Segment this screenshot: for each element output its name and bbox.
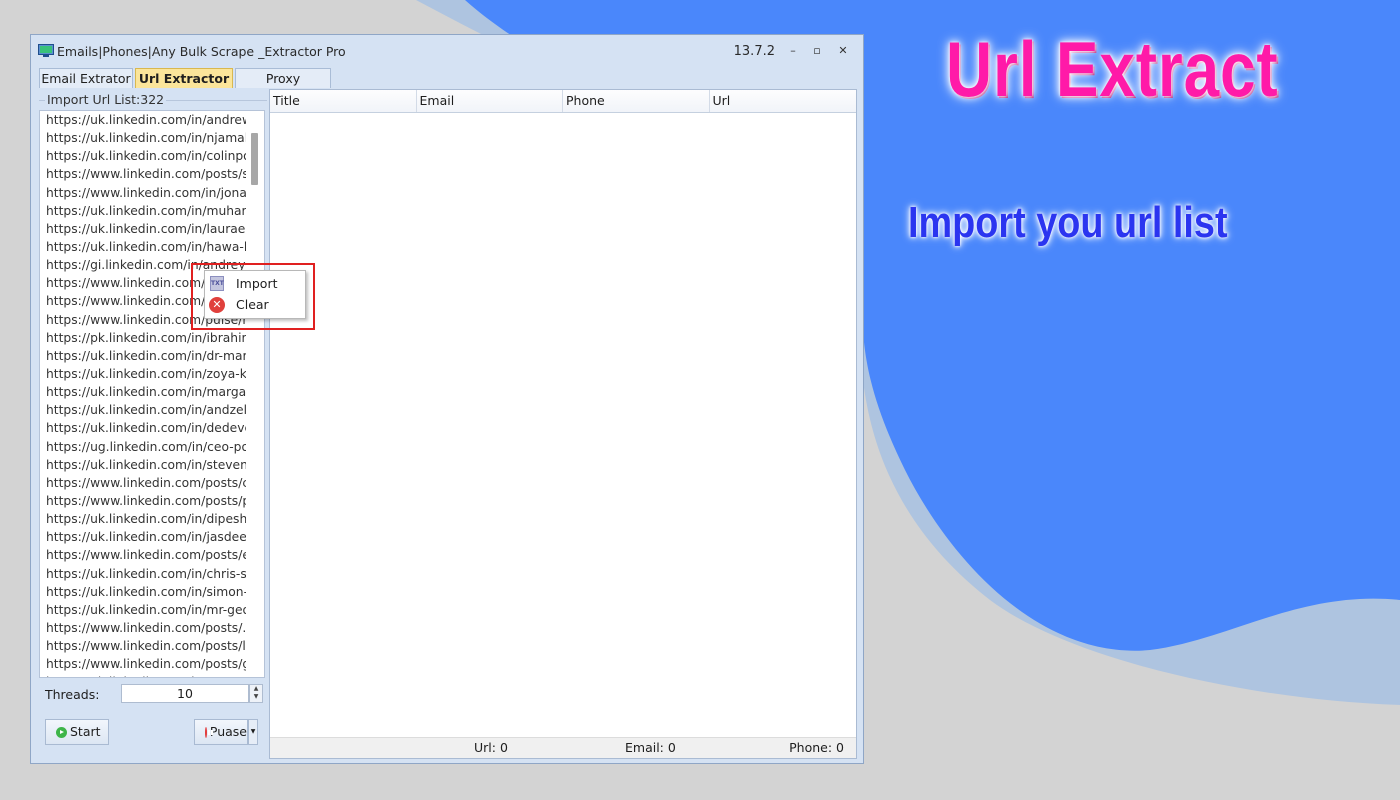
url-list-item[interactable]: https://uk.linkedin.com/in/margar... — [40, 383, 246, 401]
results-grid[interactable]: Title Email Phone Url Url: 0 Email: 0 Ph… — [269, 89, 857, 759]
url-list-item[interactable]: https://www.linkedin.com/posts/li... — [40, 637, 246, 655]
window-title: Emails|Phones|Any Bulk Scrape _Extractor… — [57, 43, 346, 59]
pause-label: Puase — [209, 724, 247, 739]
monitor-icon — [38, 44, 54, 57]
url-list-item[interactable]: https://uk.linkedin.com/in/muham... — [40, 202, 246, 220]
minimize-icon[interactable]: – — [785, 44, 801, 58]
tab-email-extrator[interactable]: Email Extrator — [39, 68, 133, 88]
url-list-item[interactable]: https://www.linkedin.com/posts/s... — [40, 165, 246, 183]
url-list-item[interactable]: https://www.linkedin.com/posts/el... — [40, 546, 246, 564]
restore-icon[interactable]: ▫ — [809, 44, 825, 58]
status-email-count: Email: 0 — [625, 740, 676, 755]
pause-button[interactable]: Puase — [194, 719, 248, 745]
status-phone-count: Phone: 0 — [789, 740, 844, 755]
close-icon[interactable]: ✕ — [835, 44, 851, 58]
scrollbar-thumb[interactable] — [251, 133, 258, 185]
url-list-item[interactable]: https://uk.linkedin.com/in/... — [40, 673, 246, 677]
column-url[interactable]: Url — [709, 90, 856, 112]
url-list[interactable]: https://uk.linkedin.com/in/andrew... http… — [39, 110, 265, 678]
status-bar: Url: 0 Email: 0 Phone: 0 — [270, 737, 856, 758]
grid-header: Title Email Phone Url — [270, 90, 856, 113]
url-list-item[interactable]: https://uk.linkedin.com/in/hawa-b... — [40, 238, 246, 256]
threads-input[interactable]: 10 — [121, 684, 249, 703]
start-label: Start — [70, 724, 101, 739]
import-panel: Import Url List:322 https://uk.linkedin.… — [39, 90, 267, 760]
promo-subtitle: Import you url list — [908, 198, 1228, 247]
tab-proxy[interactable]: Proxy — [235, 68, 331, 88]
url-list-item[interactable]: https://www.linkedin.com/posts/g... — [40, 655, 246, 673]
version-label: 13.7.2 — [733, 44, 775, 59]
app-window: Emails|Phones|Any Bulk Scrape _Extractor… — [30, 34, 864, 764]
url-list-item[interactable]: https://uk.linkedin.com/in/dr-mar... — [40, 347, 246, 365]
url-list-item[interactable]: https://uk.linkedin.com/in/dipesh-... — [40, 510, 246, 528]
spin-down-icon[interactable]: ▼ — [250, 693, 262, 701]
url-list-item[interactable]: https://uk.linkedin.com/in/colinpo... — [40, 147, 246, 165]
url-list-item[interactable]: https://www.linkedin.com/posts/c... — [40, 474, 246, 492]
status-url-count: Url: 0 — [474, 740, 508, 755]
url-list-item[interactable]: https://uk.linkedin.com/in/stevenk... — [40, 456, 246, 474]
tab-url-extractor[interactable]: Url Extractor — [135, 68, 233, 88]
start-button[interactable]: Start — [45, 719, 109, 745]
column-title[interactable]: Title — [270, 90, 417, 112]
url-list-item[interactable]: https://www.linkedin.com/in/jonat... — [40, 184, 246, 202]
pause-icon — [205, 726, 210, 738]
titlebar: Emails|Phones|Any Bulk Scrape _Extractor… — [31, 35, 863, 67]
tab-bar: Email Extrator Url Extractor Proxy — [39, 68, 333, 89]
column-phone[interactable]: Phone — [563, 90, 710, 112]
promo-title: Url Extract — [946, 25, 1279, 113]
url-list-item[interactable]: https://ug.linkedin.com/in/ceo-po... — [40, 438, 246, 456]
url-list-item[interactable]: https://uk.linkedin.com/in/andrew... — [40, 111, 246, 129]
threads-label: Threads: — [45, 687, 100, 702]
url-list-item[interactable]: https://uk.linkedin.com/in/mr-geo... — [40, 601, 246, 619]
url-list-item[interactable]: https://uk.linkedin.com/in/lauraes... — [40, 220, 246, 238]
threads-spinner[interactable]: ▲ ▼ — [249, 684, 263, 703]
column-email[interactable]: Email — [416, 90, 563, 112]
url-list-item[interactable]: https://pk.linkedin.com/in/ibrahim... — [40, 329, 246, 347]
url-list-item[interactable]: https://uk.linkedin.com/in/dedeve... — [40, 419, 246, 437]
spin-up-icon[interactable]: ▲ — [250, 685, 262, 693]
play-icon — [56, 726, 67, 738]
highlight-box — [191, 263, 315, 330]
import-url-list-label: Import Url List:322 — [45, 92, 167, 107]
url-list-item[interactable]: https://uk.linkedin.com/in/njamal-... — [40, 129, 246, 147]
url-list-item[interactable]: https://uk.linkedin.com/in/jasdeep... — [40, 528, 246, 546]
url-list-item[interactable]: https://www.linkedin.com/posts/p... — [40, 492, 246, 510]
url-list-item[interactable]: https://www.linkedin.com/posts/... — [40, 619, 246, 637]
url-list-item[interactable]: https://uk.linkedin.com/in/chris-st... — [40, 565, 246, 583]
pause-dropdown-icon[interactable]: ▼ — [248, 719, 258, 745]
url-list-item[interactable]: https://uk.linkedin.com/in/andzeli... — [40, 401, 246, 419]
url-list-item[interactable]: https://uk.linkedin.com/in/zoya-k... — [40, 365, 246, 383]
url-list-item[interactable]: https://uk.linkedin.com/in/simon-r... — [40, 583, 246, 601]
